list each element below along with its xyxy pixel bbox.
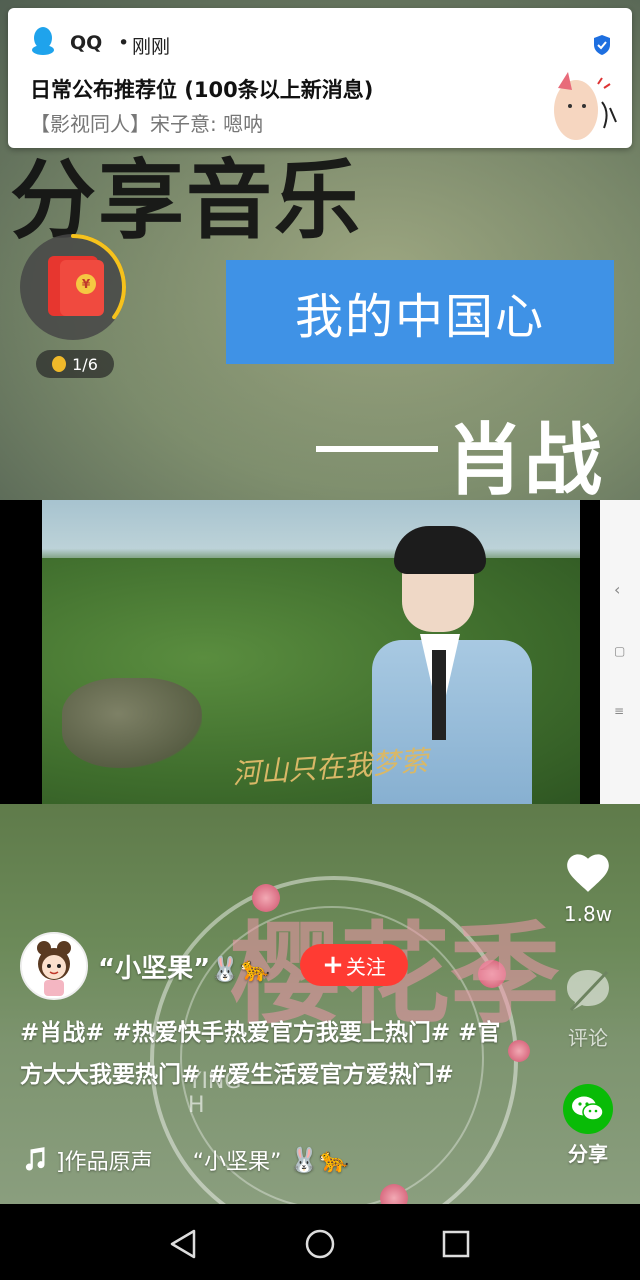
video-feed[interactable]: 分享音乐 我的中国心 肖战 河山只在我梦萦 ‹ ▢ ≡ 樱花季 YING H: [0, 0, 640, 1204]
notification-sticker-thumbnail: [544, 64, 624, 144]
author-name-text: “小坚果”: [98, 954, 211, 984]
music-note-icon: [25, 1147, 45, 1171]
comment-button[interactable]: 评论: [556, 966, 620, 1051]
gold-coin-icon: [52, 356, 67, 372]
music-title: ]作品原声: [56, 1150, 153, 1175]
artist-name: 肖战: [446, 416, 603, 506]
system-nav-bar: [0, 1204, 640, 1280]
music-emoji: 🐰🐆: [289, 1146, 350, 1174]
follow-label: 关注: [345, 954, 386, 979]
recent-apps-square-icon[interactable]: [442, 1230, 470, 1258]
hair: [394, 526, 486, 574]
like-count: 1.8w: [563, 902, 613, 926]
tie: [432, 650, 446, 740]
plus-icon: +: [322, 950, 344, 980]
author-avatar[interactable]: [20, 932, 88, 1000]
song-title-banner: 我的中国心: [226, 260, 614, 364]
music-author: “小坚果”: [192, 1150, 282, 1175]
chevron-left-icon[interactable]: ‹: [614, 580, 620, 599]
verified-shield-icon: [594, 35, 610, 55]
progress-text: 1/6: [72, 354, 98, 374]
notification-title: 日常公布推荐位 (100条以上新消息): [30, 78, 374, 102]
qq-notification[interactable]: QQ • 刚刚 日常公布推荐位 (100条以上新消息) 【影视同人】宋子意: 嗯…: [8, 8, 632, 148]
red-packet-progress: 1/6: [36, 350, 114, 378]
notification-time: 刚刚: [132, 36, 171, 58]
blossom-icon: [252, 884, 280, 912]
music-info[interactable]: ]作品原声 “小坚果” 🐰🐆: [20, 1144, 349, 1176]
follow-button[interactable]: + 关注: [300, 944, 408, 986]
menu-icon[interactable]: ≡: [614, 704, 624, 718]
blossom-icon: [380, 1184, 408, 1204]
like-button[interactable]: 1.8w: [556, 848, 620, 926]
video-frame: 河山只在我梦萦: [42, 500, 580, 804]
red-packet-timer[interactable]: ¥: [20, 234, 130, 344]
notification-body: 【影视同人】宋子意: 嗯呐: [30, 112, 264, 136]
wechat-icon: [563, 1084, 613, 1134]
dash-line: [316, 446, 438, 452]
notification-separator: •: [118, 32, 130, 54]
comment-icon: [567, 970, 609, 1012]
rock-face: [62, 678, 202, 768]
author-emoji: 🐰🐆: [210, 955, 270, 983]
comment-label: 评论: [568, 1026, 608, 1050]
yuan-coin-icon: ¥: [76, 274, 96, 294]
back-triangle-icon[interactable]: [168, 1228, 198, 1260]
square-icon[interactable]: ▢: [614, 644, 625, 658]
notification-app-name: QQ: [70, 32, 103, 54]
video-player[interactable]: 河山只在我梦萦 ‹ ▢ ≡: [0, 500, 640, 804]
heart-icon: [567, 854, 609, 892]
video-caption[interactable]: #肖战# #热爱快手热爱官方我要上热门# #官方大大我要热门# #爱生活爱官方爱…: [20, 1012, 520, 1096]
share-label: 分享: [568, 1142, 608, 1166]
author-name[interactable]: “小坚果”🐰🐆: [98, 948, 270, 985]
qq-penguin-icon: [32, 27, 54, 55]
home-circle-icon[interactable]: [304, 1228, 336, 1260]
share-button[interactable]: 分享: [556, 1084, 620, 1167]
